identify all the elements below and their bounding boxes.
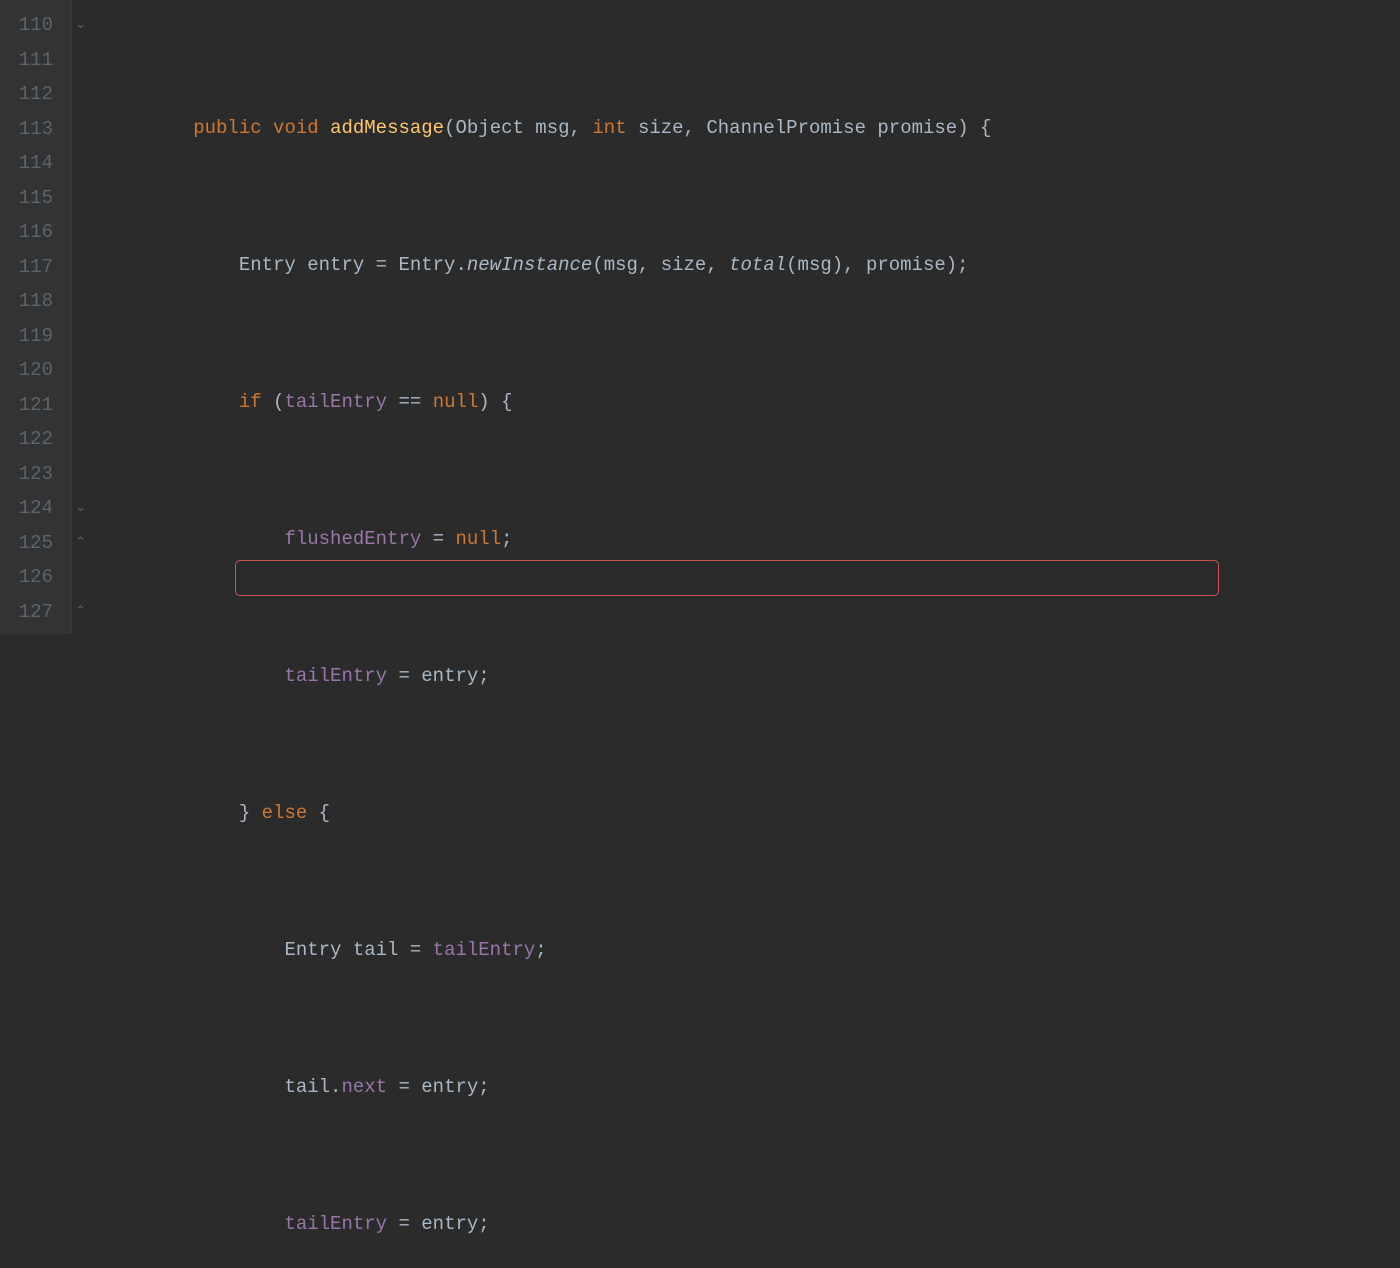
line-number[interactable]: 111 (10, 43, 53, 78)
code-area[interactable]: public void addMessage(Object msg, int s… (92, 0, 1048, 634)
fold-marker-icon[interactable]: ⌃ (75, 526, 86, 561)
code-line: flushedEntry = null; (102, 522, 1048, 557)
line-number[interactable]: 115 (10, 181, 53, 216)
line-number[interactable]: 114 (10, 146, 53, 181)
line-number[interactable]: 116 (10, 215, 53, 250)
code-line: Entry tail = tailEntry; (102, 933, 1048, 968)
line-number-gutter[interactable]: 1101111121131141151161171181191201211221… (0, 0, 72, 634)
code-line: if (tailEntry == null) { (102, 385, 1048, 420)
line-number[interactable]: 121 (10, 388, 53, 423)
code-line: tailEntry = entry; (102, 659, 1048, 694)
line-number[interactable]: 112 (10, 77, 53, 112)
line-number[interactable]: 118 (10, 284, 53, 319)
code-line: tailEntry = entry; (102, 1207, 1048, 1242)
line-number[interactable]: 127 (10, 595, 53, 630)
line-number[interactable]: 117 (10, 250, 53, 285)
line-number[interactable]: 119 (10, 319, 53, 354)
fold-column[interactable]: ⌄ ⌄ ⌃ ⌃ (72, 0, 92, 634)
line-number[interactable]: 120 (10, 353, 53, 388)
code-line: tail.next = entry; (102, 1070, 1048, 1105)
line-number[interactable]: 123 (10, 457, 53, 492)
code-line: } else { (102, 796, 1048, 831)
code-editor: 1101111121131141151161171181191201211221… (0, 0, 1400, 634)
fold-marker-icon[interactable]: ⌄ (75, 8, 86, 43)
fold-marker-icon[interactable]: ⌃ (75, 595, 86, 630)
highlight-annotation (235, 560, 1219, 596)
code-line: public void addMessage(Object msg, int s… (102, 111, 1048, 146)
line-number[interactable]: 113 (10, 112, 53, 147)
code-line: Entry entry = Entry.newInstance(msg, siz… (102, 248, 1048, 283)
line-number[interactable]: 110 (10, 8, 53, 43)
line-number[interactable]: 124 (10, 491, 53, 526)
fold-marker-icon[interactable]: ⌄ (75, 491, 86, 526)
line-number[interactable]: 125 (10, 526, 53, 561)
line-number[interactable]: 122 (10, 422, 53, 457)
line-number[interactable]: 126 (10, 560, 53, 595)
